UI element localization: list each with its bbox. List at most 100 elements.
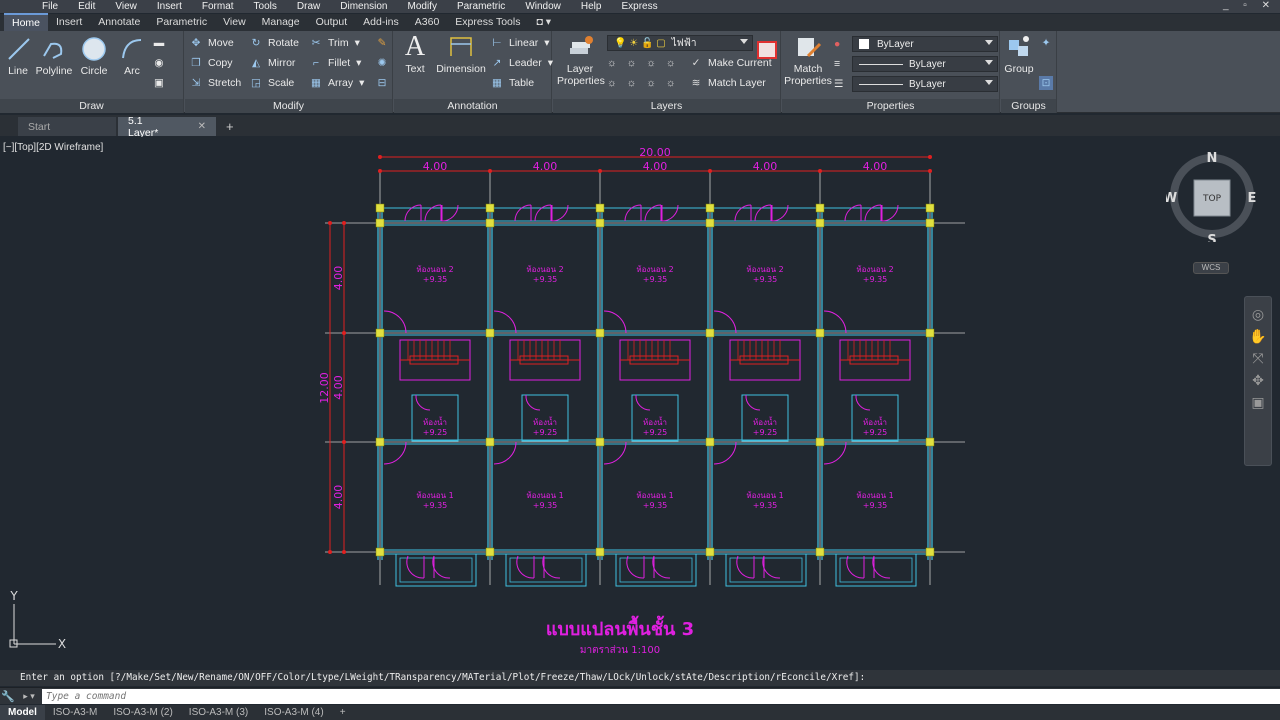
dim-text-bay: 4.00 xyxy=(753,160,778,173)
dim-tick xyxy=(598,169,602,173)
door-swing xyxy=(404,204,422,222)
balcony-wall xyxy=(505,553,587,587)
column xyxy=(705,218,715,228)
wcs-menu[interactable]: WCS xyxy=(1193,262,1229,274)
column xyxy=(595,547,605,557)
steering-wheel-icon[interactable]: ◎ xyxy=(1245,303,1271,325)
column xyxy=(375,328,385,338)
layout-tab-iso-a3-m-3[interactable]: ISO-A3-M (3) xyxy=(181,705,256,720)
column xyxy=(925,218,935,228)
door-swing xyxy=(846,555,865,579)
room-bathroom: ห้องน้ำ xyxy=(863,416,887,427)
door-swing xyxy=(713,310,737,334)
compass-east[interactable]: E xyxy=(1248,191,1257,206)
column xyxy=(925,547,935,557)
compass-north[interactable]: N xyxy=(1207,151,1218,166)
dim-tick xyxy=(328,221,332,225)
room-level: +9.35 xyxy=(643,275,668,284)
door-swing xyxy=(542,555,561,579)
compass-south[interactable]: S xyxy=(1207,233,1216,248)
door-swing xyxy=(493,310,517,334)
door-swing xyxy=(652,555,671,579)
door-swing xyxy=(525,394,541,411)
balcony-wall xyxy=(395,553,477,587)
orbit-icon[interactable]: ✥ xyxy=(1245,369,1271,391)
dim-tick xyxy=(378,169,382,173)
layout-tab-iso-a3-m-2[interactable]: ISO-A3-M (2) xyxy=(105,705,180,720)
column xyxy=(705,547,715,557)
dim-text-overall-depth: 12.00 xyxy=(318,372,331,404)
room-level: +9.35 xyxy=(753,501,778,510)
balcony-wall xyxy=(619,557,693,583)
door-swing xyxy=(872,555,891,579)
dim-text-row: 4.00 xyxy=(332,266,345,291)
command-history: Enter an option [?/Make/Set/New/Rename/O… xyxy=(0,670,1280,686)
add-layout-button[interactable]: + xyxy=(332,705,354,720)
viewcube[interactable]: TOP N S E W xyxy=(1163,150,1258,248)
grid-lines xyxy=(325,170,965,585)
command-input[interactable] xyxy=(42,688,1280,704)
column xyxy=(595,218,605,228)
balcony-wall xyxy=(615,553,697,587)
dim-text-overall-width: 20.00 xyxy=(639,146,671,159)
drawing-scale: มาตราส่วน 1:100 xyxy=(580,645,660,656)
bath-level: +9.25 xyxy=(753,428,778,437)
pan-icon[interactable]: ✋ xyxy=(1245,325,1271,347)
dim-text-row: 4.00 xyxy=(332,375,345,400)
viewcube-top[interactable]: TOP xyxy=(1202,194,1222,204)
room-bedroom-2: ห้องนอน 2 xyxy=(416,265,453,274)
column xyxy=(815,437,825,447)
dim-tick xyxy=(328,550,332,554)
zoom-icon[interactable]: ⤧ xyxy=(1245,347,1271,369)
room-level: +9.35 xyxy=(643,501,668,510)
dim-text-bay: 4.00 xyxy=(533,160,558,173)
door-swing xyxy=(516,555,535,579)
command-line: 🔧 ▸ ▾ xyxy=(0,687,1280,704)
room-bedroom-2: ห้องนอน 2 xyxy=(636,265,673,274)
room-bedroom-1: ห้องนอน 1 xyxy=(416,491,453,500)
door-swing xyxy=(551,204,569,222)
room-bathroom: ห้องน้ำ xyxy=(753,416,777,427)
recent-commands-icon[interactable]: ▸ ▾ xyxy=(16,690,42,703)
room-bedroom-1: ห้องนอน 1 xyxy=(636,491,673,500)
door-swing xyxy=(626,555,645,579)
dim-tick xyxy=(708,169,712,173)
door-swing xyxy=(432,555,451,579)
balcony-wall xyxy=(399,557,473,583)
showmotion-icon[interactable]: ▣ xyxy=(1245,391,1271,413)
door-swing xyxy=(736,555,755,579)
room-bathroom: ห้องน้ำ xyxy=(423,416,447,427)
column xyxy=(595,437,605,447)
door-swing xyxy=(383,441,407,465)
door-swing xyxy=(635,394,651,411)
room-bedroom-2: ห้องนอน 2 xyxy=(856,265,893,274)
stairs xyxy=(399,339,911,381)
column xyxy=(925,437,935,447)
layout-tab-iso-a3-m[interactable]: ISO-A3-M xyxy=(45,705,105,720)
room-bathroom: ห้องน้ำ xyxy=(643,416,667,427)
column xyxy=(705,437,715,447)
room-level: +9.35 xyxy=(533,501,558,510)
room-bathroom: ห้องน้ำ xyxy=(533,416,557,427)
column xyxy=(925,328,935,338)
layout-tab-iso-a3-m-4[interactable]: ISO-A3-M (4) xyxy=(256,705,331,720)
layout-tab-model[interactable]: Model xyxy=(0,705,45,720)
room-bedroom-1: ห้องนอน 1 xyxy=(526,491,563,500)
column xyxy=(485,547,495,557)
door-swing xyxy=(855,394,871,411)
compass-west[interactable]: W xyxy=(1163,191,1177,206)
navigation-bar: ◎ ✋ ⤧ ✥ ▣ xyxy=(1244,296,1272,466)
door-swing xyxy=(881,204,899,222)
column xyxy=(705,328,715,338)
door-swing xyxy=(745,394,761,411)
column xyxy=(485,437,495,447)
column xyxy=(375,203,385,213)
dim-tick xyxy=(488,169,492,173)
door-swing xyxy=(603,310,627,334)
column xyxy=(485,328,495,338)
customize-icon[interactable]: 🔧 xyxy=(0,688,16,704)
door-swing xyxy=(514,204,532,222)
room-level: +9.35 xyxy=(753,275,778,284)
door-swing xyxy=(406,555,425,579)
bath-level: +9.25 xyxy=(533,428,558,437)
